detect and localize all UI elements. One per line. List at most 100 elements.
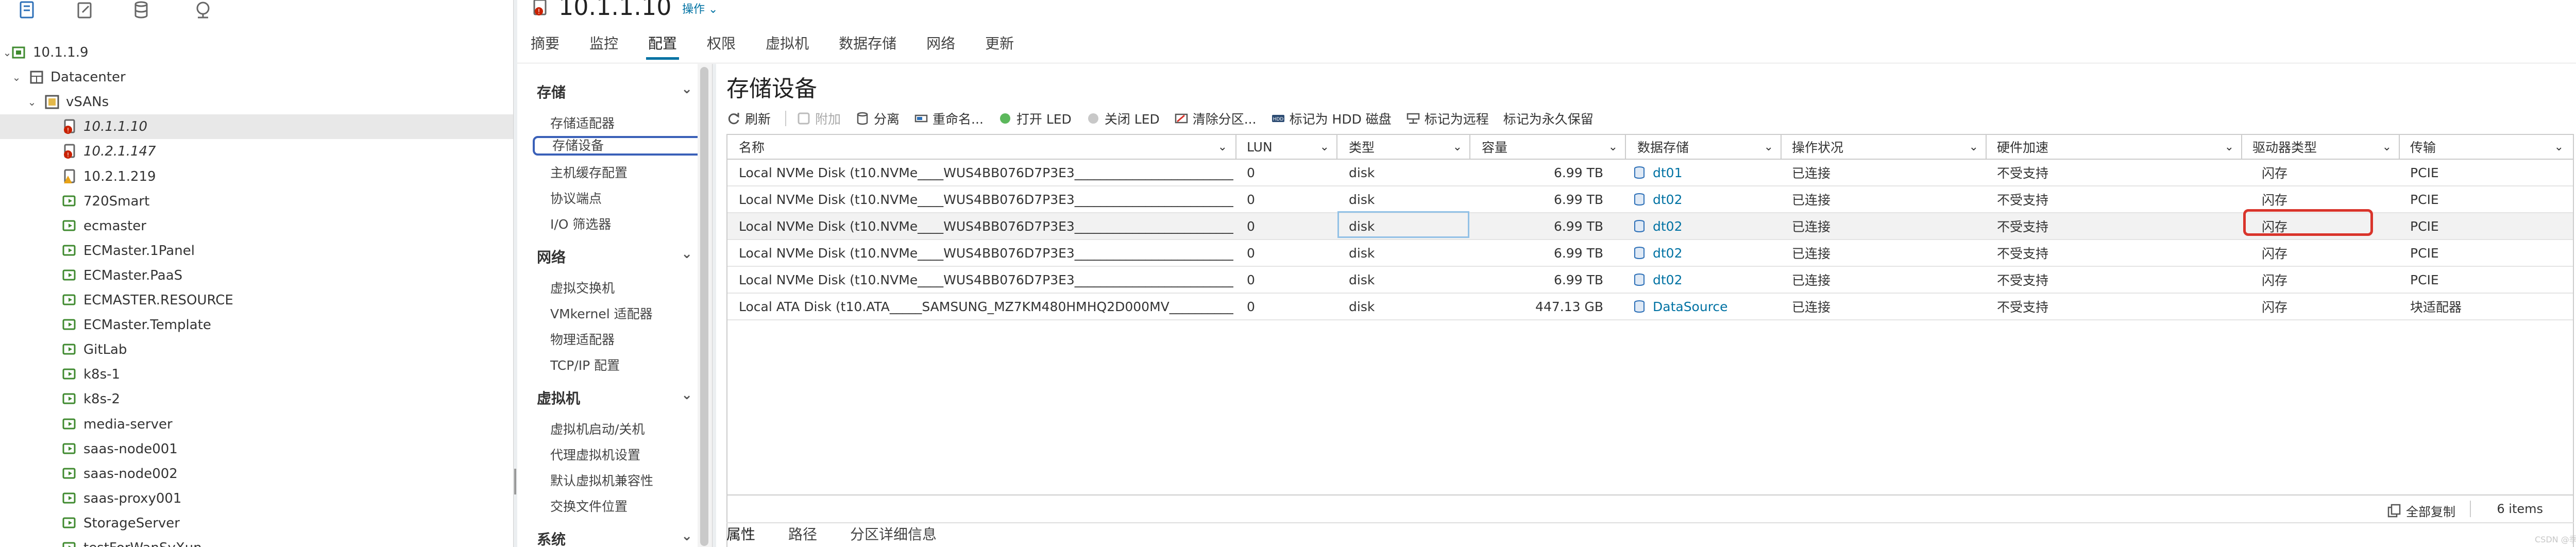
nav-section-system[interactable]: 系统 ⌄: [537, 528, 692, 547]
tree-node[interactable]: ECMaster.Template: [0, 313, 513, 337]
hosts-clusters-icon[interactable]: [18, 0, 36, 21]
nav-item-storage-devices[interactable]: 存储设备: [533, 136, 711, 156]
erase-partitions-button[interactable]: 清除分区...: [1174, 109, 1257, 128]
column-divider[interactable]: [1336, 135, 1337, 160]
datastore-link[interactable]: dt02: [1653, 192, 1682, 207]
nav-item-default-vm-compat[interactable]: 默认虚拟机兼容性: [550, 471, 653, 489]
tree-node[interactable]: testForWanSyXun: [0, 536, 513, 547]
mark-perennially-reserved-button[interactable]: 标记为永久保留: [1503, 109, 1594, 128]
column-divider[interactable]: [1469, 135, 1470, 160]
vms-templates-icon[interactable]: [75, 0, 94, 21]
cell-datastore[interactable]: dt01: [1632, 160, 1780, 185]
cell-datastore[interactable]: dt02: [1632, 213, 1780, 239]
column-divider[interactable]: [1781, 135, 1782, 160]
nav-item-swap-file[interactable]: 交换文件位置: [550, 497, 628, 515]
filter-dropdown-icon[interactable]: ⌄: [1608, 141, 1618, 153]
filter-dropdown-icon[interactable]: ⌄: [2225, 141, 2234, 153]
column-header-capacity[interactable]: 容量 ⌄: [1482, 135, 1624, 159]
table-row[interactable]: Local ATA Disk (t10.ATA_____SAMSUNG_MZ7K…: [727, 294, 2573, 320]
tab-0[interactable]: 摘要: [531, 30, 560, 61]
tree-node[interactable]: ⌄ vSANs: [0, 90, 513, 114]
column-divider[interactable]: [1986, 135, 1987, 160]
nav-pane-splitter[interactable]: [712, 64, 716, 547]
table-row[interactable]: Local NVMe Disk (t10.NVMe____WUS4BB076D7…: [727, 267, 2573, 294]
rename-button[interactable]: 重命名...: [914, 109, 984, 128]
cell-datastore[interactable]: dt02: [1632, 240, 1780, 266]
nav-item-storage-adapters[interactable]: 存储适配器: [550, 113, 615, 132]
datastore-link[interactable]: DataSource: [1653, 299, 1728, 314]
column-divider[interactable]: [2241, 135, 2242, 160]
tab-6[interactable]: 网络: [926, 30, 955, 61]
copy-all-button[interactable]: 全部复制: [2386, 502, 2455, 520]
tree-node[interactable]: ! 10.1.1.10: [0, 114, 513, 140]
expand-toggle-icon[interactable]: ⌄: [10, 71, 23, 83]
chevron-down-icon[interactable]: ⌄: [681, 246, 692, 262]
table-row[interactable]: Local NVMe Disk (t10.NVMe____WUS4BB076D7…: [727, 240, 2573, 267]
filter-dropdown-icon[interactable]: ⌄: [1320, 141, 1329, 153]
filter-dropdown-icon[interactable]: ⌄: [1969, 141, 1978, 153]
nav-section-network[interactable]: 网络 ⌄: [537, 246, 692, 267]
left-pane-splitter[interactable]: [513, 0, 517, 547]
column-header-hardware-acceleration[interactable]: 硬件加速 ⌄: [1997, 135, 2240, 159]
nav-item-vmkernel-adapters[interactable]: VMkernel 适配器: [550, 304, 653, 322]
column-header-operational-state[interactable]: 操作状况 ⌄: [1792, 135, 1985, 159]
splitter-grip[interactable]: [514, 469, 516, 494]
tab-partition-details[interactable]: 分区详细信息: [850, 523, 937, 547]
tab-1[interactable]: 监控: [589, 30, 618, 61]
datastore-link[interactable]: dt02: [1653, 272, 1682, 287]
chevron-down-icon[interactable]: ⌄: [681, 387, 692, 403]
tab-2[interactable]: 配置: [646, 30, 680, 61]
tree-node[interactable]: 10.2.1.219: [0, 164, 513, 189]
chevron-down-icon[interactable]: ⌄: [681, 81, 692, 97]
expand-toggle-icon[interactable]: ⌄: [26, 96, 38, 108]
nav-item-protocol-endpoints[interactable]: 协议端点: [550, 189, 602, 207]
column-divider[interactable]: [2399, 135, 2400, 160]
tab-4[interactable]: 虚拟机: [766, 30, 809, 61]
tab-properties[interactable]: 属性: [726, 523, 755, 547]
tab-3[interactable]: 权限: [707, 30, 736, 61]
nav-scrollbar-thumb[interactable]: [700, 67, 708, 546]
tree-node[interactable]: ECMaster.1Panel: [0, 238, 513, 263]
filter-dropdown-icon[interactable]: ⌄: [1764, 141, 1773, 153]
column-divider[interactable]: [1625, 135, 1626, 160]
filter-dropdown-icon[interactable]: ⌄: [1218, 141, 1227, 153]
networking-icon[interactable]: [194, 0, 212, 21]
tree-node[interactable]: k8s-2: [0, 387, 513, 412]
tree-node[interactable]: StorageServer: [0, 511, 513, 536]
column-header-transport[interactable]: 传输 ⌄: [2410, 135, 2570, 159]
tree-node[interactable]: media-server: [0, 412, 513, 437]
attach-button[interactable]: 附加: [796, 109, 841, 128]
mark-remote-button[interactable]: 标记为远程: [1406, 109, 1489, 128]
cell-datastore[interactable]: DataSource: [1632, 294, 1780, 319]
tree-node[interactable]: k8s-1: [0, 362, 513, 387]
column-header-type[interactable]: 类型 ⌄: [1349, 135, 1468, 159]
tab-paths[interactable]: 路径: [788, 523, 817, 547]
datastore-link[interactable]: dt02: [1653, 219, 1682, 234]
filter-dropdown-icon[interactable]: ⌄: [1453, 141, 1462, 153]
tree-node[interactable]: 720Smart: [0, 189, 513, 214]
column-header-name[interactable]: 名称 ⌄: [739, 135, 1233, 159]
cell-datastore[interactable]: dt02: [1632, 186, 1780, 212]
column-divider[interactable]: [1235, 135, 1236, 160]
detach-button[interactable]: 分离: [855, 109, 900, 128]
tab-7[interactable]: 更新: [985, 30, 1014, 61]
tree-node[interactable]: saas-proxy001: [0, 486, 513, 511]
tree-node[interactable]: ecmaster: [0, 214, 513, 238]
filter-dropdown-icon[interactable]: ⌄: [2554, 141, 2564, 153]
tree-node[interactable]: saas-node002: [0, 461, 513, 486]
filter-dropdown-icon[interactable]: ⌄: [2382, 141, 2392, 153]
mark-hdd-button[interactable]: HDD 标记为 HDD 磁盘: [1271, 109, 1392, 128]
column-header-lun[interactable]: LUN ⌄: [1247, 135, 1335, 159]
tree-node[interactable]: ECMASTER.RESOURCE: [0, 288, 513, 313]
tree-node[interactable]: saas-node001: [0, 437, 513, 461]
cell-datastore[interactable]: dt02: [1632, 267, 1780, 293]
actions-menu[interactable]: 操作 ⌄: [682, 0, 718, 16]
tree-node[interactable]: ⌄ Datacenter: [0, 65, 513, 90]
nav-item-agent-vm[interactable]: 代理虚拟机设置: [550, 445, 640, 464]
turn-off-led-button[interactable]: 关闭 LED: [1086, 109, 1160, 128]
datastore-link[interactable]: dt01: [1653, 165, 1682, 180]
nav-item-io-filters[interactable]: I/O 筛选器: [550, 214, 611, 233]
chevron-down-icon[interactable]: ⌄: [681, 528, 692, 544]
nav-section-storage[interactable]: 存储 ⌄: [537, 81, 692, 102]
tree-node[interactable]: ECMaster.PaaS: [0, 263, 513, 288]
